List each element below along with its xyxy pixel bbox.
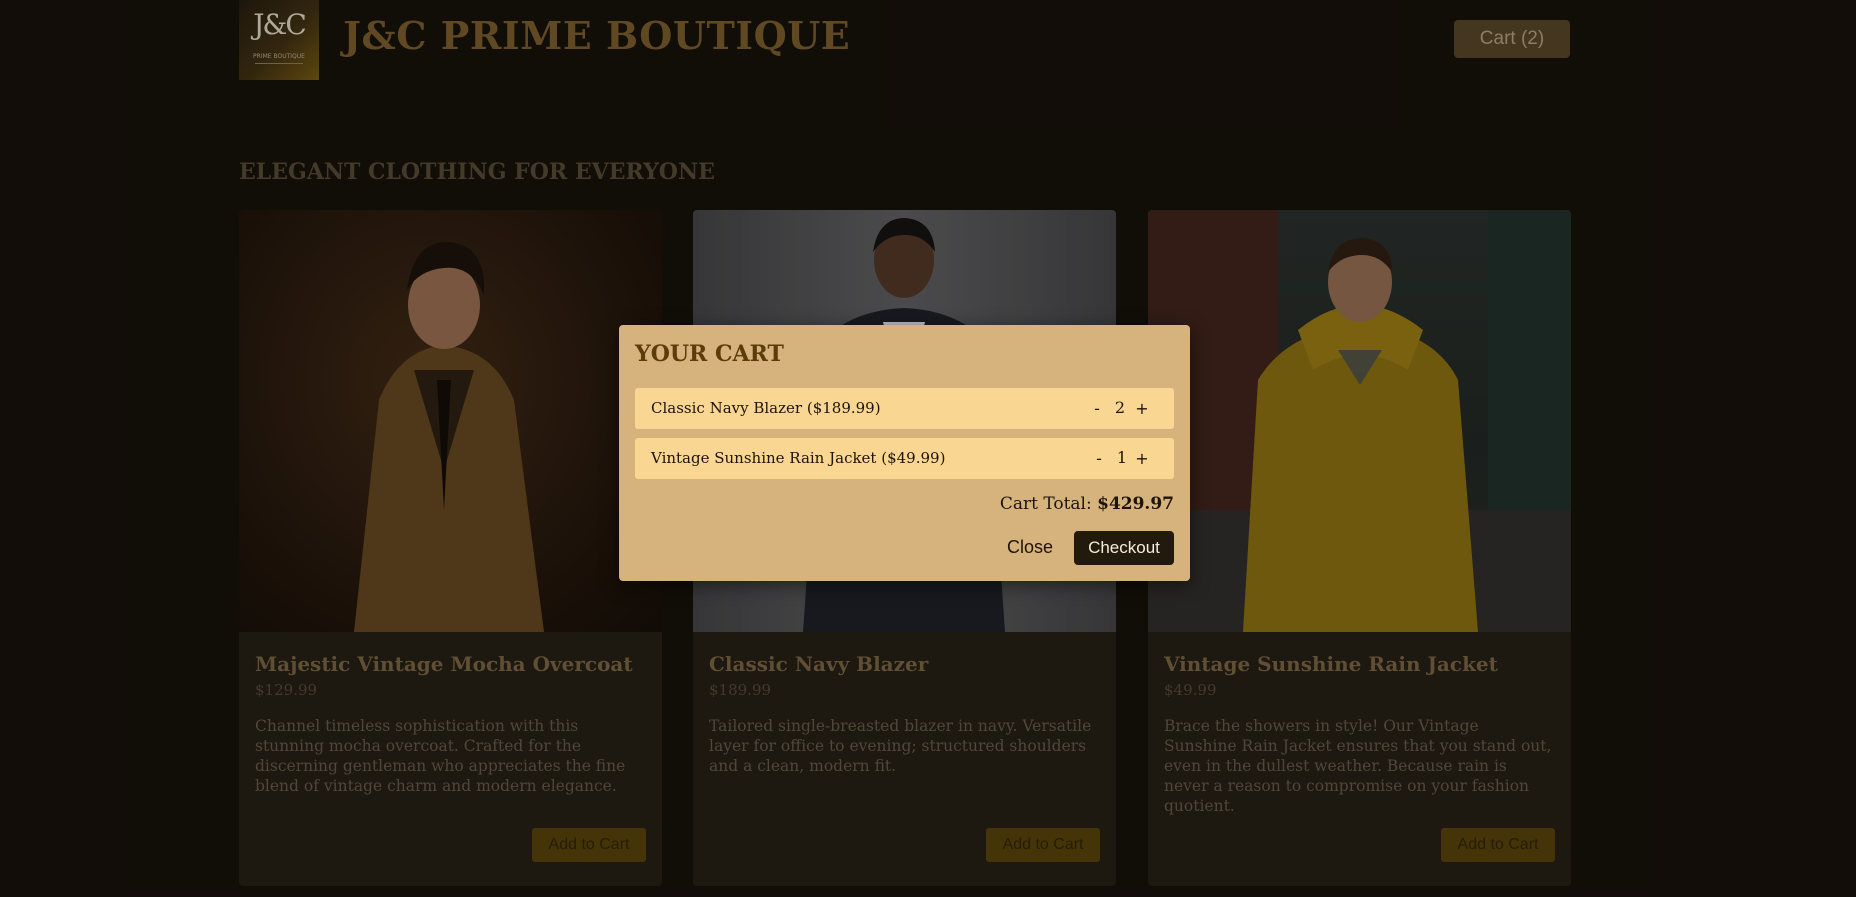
cart-total-value: $429.97 <box>1097 494 1174 514</box>
increase-quantity-button[interactable]: + <box>1132 446 1152 470</box>
cart-modal-title: YOUR CART <box>635 341 784 367</box>
cart-item-label: Vintage Sunshine Rain Jacket ($49.99) <box>651 449 946 467</box>
close-cart-button[interactable]: Close <box>999 530 1061 564</box>
decrease-quantity-button[interactable]: - <box>1089 446 1109 470</box>
cart-modal: YOUR CART Classic Navy Blazer ($189.99) … <box>619 325 1190 581</box>
cart-total-label: Cart Total: <box>999 494 1092 514</box>
cart-item-quantity: 1 <box>1116 448 1128 467</box>
increase-quantity-button[interactable]: + <box>1132 396 1152 420</box>
cart-item-quantity: 2 <box>1114 398 1126 417</box>
cart-total: Cart Total: $429.97 <box>1000 494 1174 514</box>
cart-item-label: Classic Navy Blazer ($189.99) <box>651 399 881 417</box>
cart-item: Vintage Sunshine Rain Jacket ($49.99) - … <box>635 438 1174 479</box>
cart-item: Classic Navy Blazer ($189.99) - 2 + <box>635 388 1174 429</box>
checkout-button[interactable]: Checkout <box>1074 531 1174 565</box>
decrease-quantity-button[interactable]: - <box>1087 396 1107 420</box>
